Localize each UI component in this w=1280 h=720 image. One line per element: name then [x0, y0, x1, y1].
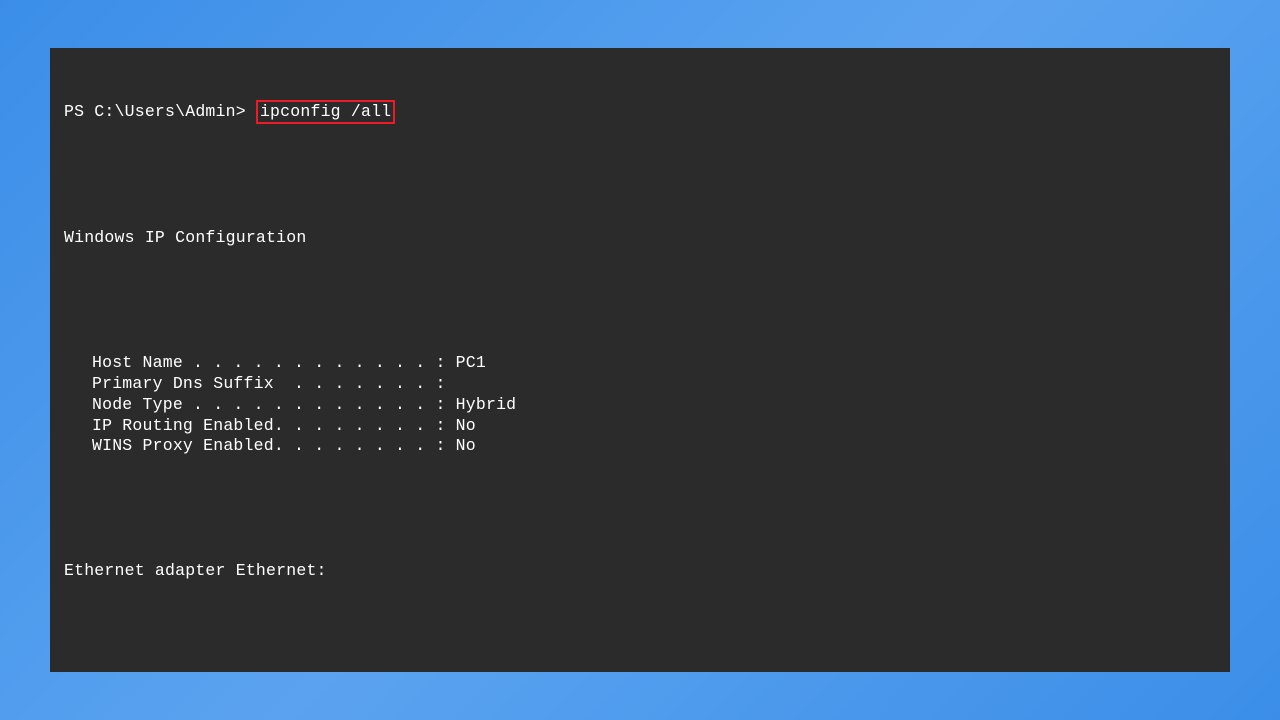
config-value: No	[446, 436, 476, 455]
section-header: Windows IP Configuration	[64, 228, 1216, 249]
config-label: Primary Dns Suffix . . . . . . . :	[92, 374, 446, 393]
config-label: Host Name . . . . . . . . . . . . :	[92, 353, 446, 372]
config-row: Primary Dns Suffix . . . . . . . :	[64, 374, 1216, 395]
prompt-path: PS C:\Users\Admin>	[64, 102, 246, 121]
config-row: Host Name . . . . . . . . . . . . : PC1	[64, 353, 1216, 374]
command-text: ipconfig /all	[260, 102, 391, 121]
command-highlight: ipconfig /all	[256, 100, 395, 125]
config-label: IP Routing Enabled. . . . . . . . :	[92, 416, 446, 435]
config-label: Node Type . . . . . . . . . . . . :	[92, 395, 446, 414]
terminal-window[interactable]: PS C:\Users\Admin> ipconfig /all Windows…	[50, 48, 1230, 672]
config-value: No	[446, 416, 476, 435]
config-row: Node Type . . . . . . . . . . . . : Hybr…	[64, 395, 1216, 416]
prompt-line: PS C:\Users\Admin> ipconfig /all	[64, 100, 1216, 125]
config-value: PC1	[446, 353, 486, 372]
adapter-header: Ethernet adapter Ethernet:	[64, 561, 1216, 582]
config-row: WINS Proxy Enabled. . . . . . . . : No	[64, 436, 1216, 457]
config-row: IP Routing Enabled. . . . . . . . : No	[64, 416, 1216, 437]
config-value: Hybrid	[446, 395, 517, 414]
config-label: WINS Proxy Enabled. . . . . . . . :	[92, 436, 446, 455]
